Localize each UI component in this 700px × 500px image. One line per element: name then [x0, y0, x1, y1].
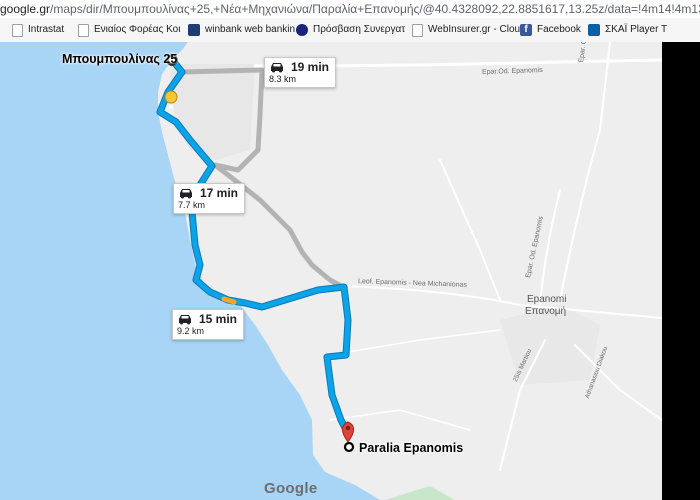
map-view[interactable]: Μπουμπουλίνας 25 Paralia Epanomis 19 min…: [0, 42, 662, 500]
map-canvas: [0, 42, 662, 500]
bookmark-eniaios-foreas[interactable]: Ενιαίος Φορέας Κοι: [78, 18, 180, 42]
route-distance: 9.2 km: [177, 326, 205, 336]
bookmark-intrastat[interactable]: Intrastat: [12, 18, 64, 42]
winbank-icon: [188, 24, 200, 36]
bookmark-skai-player[interactable]: ΣΚΑΪ Player T: [588, 18, 667, 42]
google-logo: Google: [264, 480, 318, 497]
route-time: 15 min: [199, 312, 238, 326]
address-bar[interactable]: google.gr/maps/dir/Μπουμπουλίνας+25,+Νέα…: [0, 0, 700, 18]
skai-icon: [588, 24, 600, 36]
bookmark-label: ΣΚΑΪ Player T: [605, 24, 668, 35]
route-time: 17 min: [200, 186, 239, 200]
car-icon: [180, 189, 192, 199]
bookmark-label: winbank web bankin: [205, 24, 296, 35]
page-icon: [12, 23, 23, 37]
circle-icon: [296, 24, 308, 36]
bookmark-prosvasi-synergaton[interactable]: Πρόσβαση Συνεργατ: [296, 18, 405, 42]
page-icon: [412, 23, 423, 37]
url-host: google.gr: [0, 2, 51, 16]
bookmark-label: Facebook: [537, 24, 581, 35]
route-callout-1[interactable]: 19 min 8.3 km: [264, 57, 337, 88]
car-icon: [271, 63, 283, 73]
route-time: 19 min: [291, 60, 330, 74]
bookmarks-bar: Intrastat Ενιαίος Φορέας Κοι winbank web…: [0, 18, 700, 43]
route-callout-3[interactable]: 15 min 9.2 km: [172, 309, 245, 340]
route-distance: 8.3 km: [269, 74, 297, 84]
town-label-greek: Επανομή: [525, 306, 567, 317]
bookmark-webinsurer[interactable]: WebInsurer.gr - Clou: [412, 18, 520, 42]
car-icon: [179, 315, 191, 325]
traffic-segment: [221, 296, 237, 305]
bookmark-label: Intrastat: [28, 24, 65, 35]
bookmark-winbank[interactable]: winbank web bankin: [188, 18, 295, 42]
url-path: /maps/dir/Μπουμπουλίνας+25,+Νέα+Μηχανιών…: [50, 2, 700, 16]
origin-label: Μπουμπουλίνας 25: [62, 52, 178, 66]
bookmark-label: Ενιαίος Φορέας Κοι: [94, 24, 181, 35]
page-icon: [78, 23, 89, 37]
route-distance: 7.7 km: [178, 200, 206, 210]
town-label-latin: Epanomi: [527, 294, 567, 305]
bookmark-facebook[interactable]: f Facebook: [520, 18, 581, 42]
destination-pin-icon: [341, 421, 355, 453]
facebook-icon: f: [520, 24, 532, 36]
scrollbar-area: [662, 42, 700, 500]
bookmark-label: WebInsurer.gr - Clou: [428, 24, 521, 35]
destination-label: Paralia Epanomis: [359, 441, 464, 455]
route-callout-2[interactable]: 17 min 7.7 km: [173, 183, 246, 214]
bookmark-label: Πρόσβαση Συνεργατ: [313, 24, 406, 35]
